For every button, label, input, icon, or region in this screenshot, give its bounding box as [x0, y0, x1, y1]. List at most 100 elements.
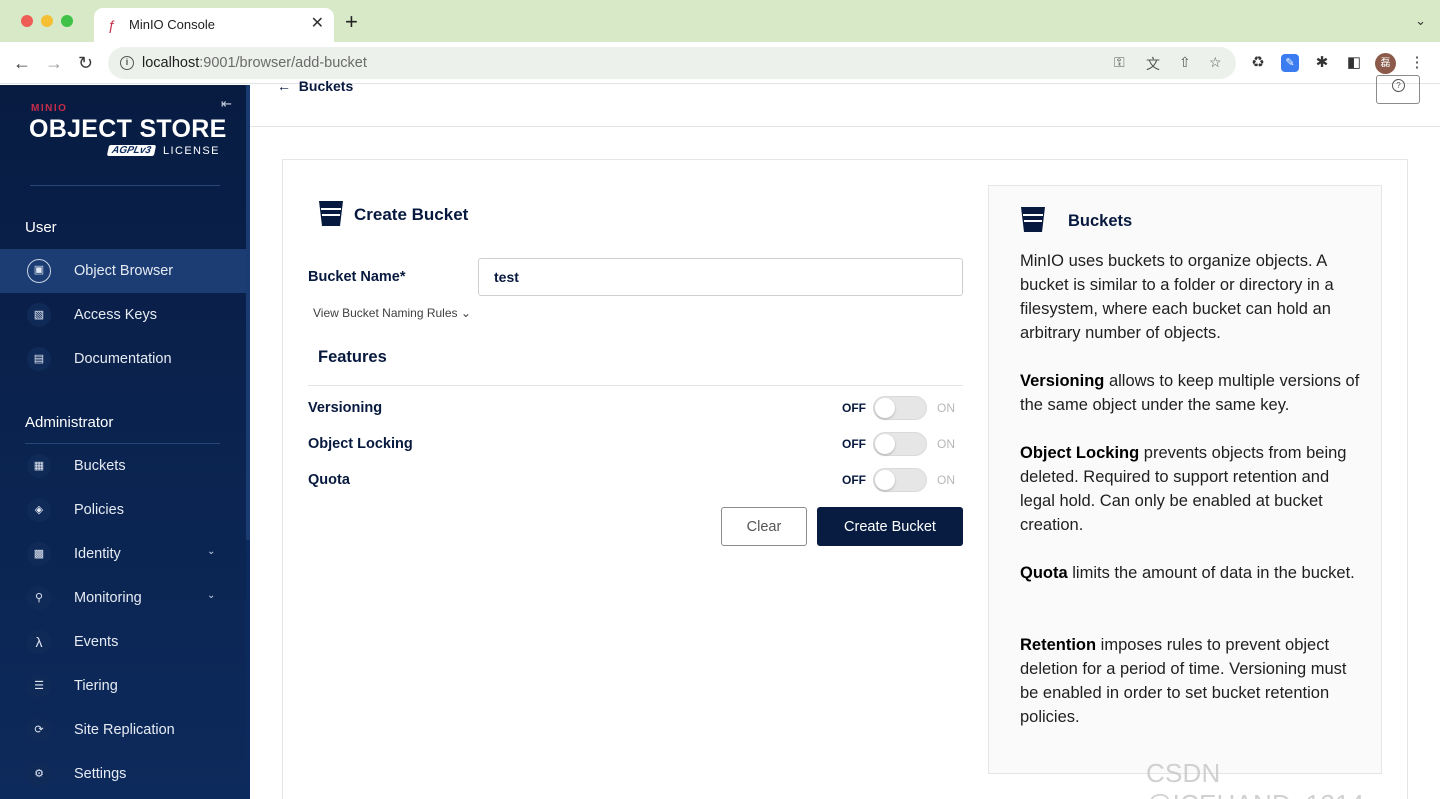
sidebar-item-buckets[interactable]: ▦ Buckets — [0, 444, 246, 488]
translate-icon[interactable]: 文 — [1146, 54, 1160, 74]
form-title: Create Bucket — [354, 205, 469, 224]
object-browser-icon: ▣ — [27, 259, 51, 283]
collapse-sidebar-icon[interactable]: ⇤ — [221, 96, 232, 112]
tab-close-icon[interactable]: ✕ — [311, 15, 324, 33]
sidebar-item-events[interactable]: λ Events — [0, 620, 246, 664]
bucket-icon: ▦ — [27, 454, 51, 478]
close-window-button[interactable] — [21, 15, 33, 27]
bucket-name-input[interactable] — [478, 258, 963, 296]
reload-icon[interactable]: ↻ — [78, 52, 93, 74]
sidebar-item-label: Buckets — [74, 458, 126, 474]
bucket-icon — [319, 201, 343, 226]
sidebar-item-label: Identity — [74, 546, 121, 562]
create-bucket-button[interactable]: Create Bucket — [817, 507, 963, 546]
monitoring-icon: ⚲ — [27, 586, 51, 610]
logo-object-store: OBJECT STORE — [29, 115, 227, 143]
minio-flamingo-icon: ƒ — [108, 17, 116, 33]
bookmark-star-icon[interactable]: ☆ — [1209, 54, 1222, 71]
address-bar[interactable]: i localhost:9001/browser/add-bucket ⚿ 文 … — [108, 47, 1236, 79]
bucket-icon — [1021, 207, 1045, 232]
identity-icon: ▩ — [27, 542, 51, 566]
versioning-off-label: OFF — [842, 401, 866, 415]
tab-title: MinIO Console — [129, 17, 215, 32]
sidebar-divider — [30, 185, 220, 186]
features-title: Features — [318, 348, 387, 366]
minimize-window-button[interactable] — [41, 15, 53, 27]
settings-icon: ⚙ — [27, 762, 51, 786]
sidebar-item-policies[interactable]: ◈ Policies — [0, 488, 246, 532]
help-button[interactable]: ? — [1376, 75, 1420, 104]
toggle-knob — [875, 470, 895, 490]
browser-tab-minio-console[interactable]: ƒ MinIO Console ✕ — [94, 8, 334, 42]
quota-label: Quota — [308, 472, 350, 488]
sidebar-item-monitoring[interactable]: ⚲ Monitoring ⌄ — [0, 576, 246, 620]
logo-agpl: AGPLv3 — [106, 145, 157, 156]
back-arrow-icon[interactable]: ← — [13, 52, 31, 74]
documentation-icon: ▤ — [27, 347, 51, 371]
site-info-icon[interactable]: i — [120, 56, 134, 70]
bucket-name-label: Bucket Name* — [308, 269, 406, 285]
sidebar-item-documentation[interactable]: ▤ Documentation — [0, 337, 246, 381]
sidepanel-icon[interactable]: ◧ — [1345, 54, 1363, 72]
section-label-user: User — [25, 219, 57, 236]
sidebar-item-object-browser[interactable]: ▣ Object Browser — [0, 249, 246, 293]
browser-toolbar: ← → ↻ i localhost:9001/browser/add-bucke… — [0, 42, 1440, 84]
quota-off-label: OFF — [842, 473, 866, 487]
sidebar-item-label: Access Keys — [74, 307, 157, 323]
help-title: Buckets — [1068, 212, 1133, 230]
maximize-window-button[interactable] — [61, 15, 73, 27]
access-keys-icon: ▧ — [27, 303, 51, 327]
sidebar-item-label: Settings — [74, 766, 127, 782]
sidebar-item-settings[interactable]: ⚙ Settings — [0, 752, 246, 796]
toggle-knob — [875, 434, 895, 454]
policies-icon: ◈ — [27, 498, 51, 522]
help-intro: MinIO uses buckets to organize objects. … — [1020, 252, 1334, 342]
toggle-knob — [875, 398, 895, 418]
sidebar-item-label: Object Browser — [74, 263, 174, 279]
sidebar-item-label: Policies — [74, 502, 124, 518]
sidebar-item-access-keys[interactable]: ▧ Access Keys — [0, 293, 246, 337]
sidebar-item-identity[interactable]: ▩ Identity ⌄ — [0, 532, 246, 576]
features-divider — [308, 385, 963, 386]
profile-avatar[interactable]: 磊 — [1375, 53, 1396, 74]
new-tab-button[interactable]: + — [345, 11, 358, 33]
key-icon[interactable]: ⚿ — [1114, 54, 1125, 71]
help-versioning: Versioning allows to keep multiple versi… — [1020, 372, 1360, 414]
quota-toggle[interactable] — [873, 468, 927, 492]
quota-on-label: ON — [937, 473, 955, 487]
watermark: CSDN @ICEHAND_1214 — [1146, 758, 1364, 799]
back-to-buckets-link[interactable]: ← Buckets — [277, 78, 353, 94]
puzzle-extensions-icon[interactable]: ✱ — [1313, 54, 1331, 72]
object-locking-toggle[interactable] — [873, 432, 927, 456]
section-label-administrator: Administrator — [25, 414, 114, 431]
object-locking-on-label: ON — [937, 437, 955, 451]
forward-arrow-icon[interactable]: → — [45, 52, 63, 74]
share-icon[interactable]: ⇧ — [1179, 54, 1191, 71]
sidebar-item-site-replication[interactable]: ⟳ Site Replication — [0, 708, 246, 752]
sidebar-item-label: Monitoring — [74, 590, 142, 606]
tiering-icon: ☰ — [27, 674, 51, 698]
sidebar-item-label: Events — [74, 634, 119, 650]
extension-blue-icon[interactable]: ✎ — [1281, 54, 1299, 72]
page-header: ← Buckets ? — [250, 75, 1440, 127]
extension-icon[interactable]: ♻ — [1249, 54, 1267, 72]
sidebar-item-tiering[interactable]: ☰ Tiering — [0, 664, 246, 708]
view-naming-rules-link[interactable]: View Bucket Naming Rules ⌄ — [313, 306, 471, 320]
object-locking-off-label: OFF — [842, 437, 866, 451]
sidebar-item-label: Tiering — [74, 678, 118, 694]
clear-button[interactable]: Clear — [721, 507, 807, 546]
sidebar-scrollbar-thumb[interactable] — [246, 85, 250, 540]
versioning-label: Versioning — [308, 400, 383, 416]
lambda-icon: λ — [27, 630, 51, 654]
tab-search-chevron-icon[interactable]: ⌄ — [1415, 13, 1426, 29]
logo-license: LICENSE — [163, 145, 220, 157]
help-panel: Buckets MinIO uses buckets to organize o… — [988, 185, 1382, 774]
chevron-down-icon[interactable]: ⌄ — [207, 546, 215, 557]
sidebar-item-label: Site Replication — [74, 722, 175, 738]
site-replication-icon: ⟳ — [27, 718, 51, 742]
object-locking-label: Object Locking — [308, 436, 413, 452]
url-text[interactable]: localhost:9001/browser/add-bucket — [142, 55, 367, 71]
browser-menu-icon[interactable]: ⋮ — [1408, 54, 1426, 72]
chevron-down-icon[interactable]: ⌄ — [207, 590, 215, 601]
versioning-toggle[interactable] — [873, 396, 927, 420]
